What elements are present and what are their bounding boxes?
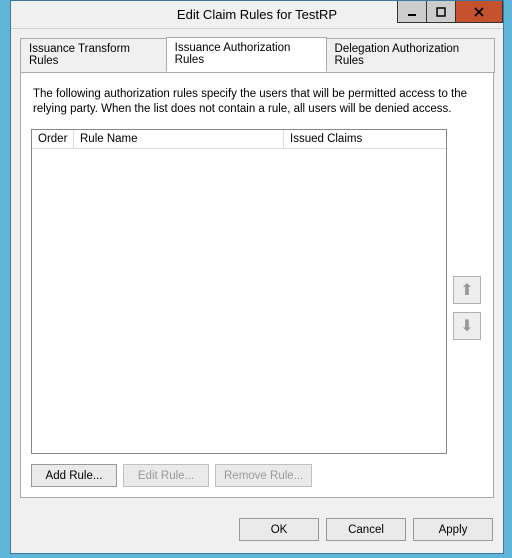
dialog-window: Edit Claim Rules for TestRP Issuance Tra…	[10, 0, 504, 554]
add-rule-button[interactable]: Add Rule...	[31, 464, 117, 487]
arrow-up-icon: ⬆	[460, 280, 473, 300]
dialog-footer: OK Cancel Apply	[11, 506, 503, 553]
tab-delegation-authorization[interactable]: Delegation Authorization Rules	[326, 38, 495, 73]
ok-button[interactable]: OK	[239, 518, 319, 541]
move-down-button: ⬇	[453, 312, 481, 340]
minimize-button[interactable]	[397, 1, 427, 23]
rules-list[interactable]: Order Rule Name Issued Claims	[31, 129, 447, 454]
column-issued-claims[interactable]: Issued Claims	[284, 130, 446, 149]
titlebar: Edit Claim Rules for TestRP	[11, 1, 503, 29]
maximize-button[interactable]	[426, 1, 456, 23]
cancel-button[interactable]: Cancel	[326, 518, 406, 541]
panel-description: The following authorization rules specif…	[33, 87, 481, 117]
list-header: Order Rule Name Issued Claims	[32, 130, 446, 149]
tab-panel: The following authorization rules specif…	[20, 72, 494, 498]
apply-button[interactable]: Apply	[413, 518, 493, 541]
move-up-button: ⬆	[453, 276, 481, 304]
order-arrows: ⬆ ⬇	[453, 129, 483, 487]
tab-issuance-transform[interactable]: Issuance Transform Rules	[20, 38, 167, 73]
arrow-down-icon: ⬇	[460, 316, 473, 336]
main-area: Order Rule Name Issued Claims Add Rule..…	[31, 129, 483, 487]
column-rule-name[interactable]: Rule Name	[74, 130, 284, 149]
close-button[interactable]	[455, 1, 503, 23]
remove-rule-button: Remove Rule...	[215, 464, 312, 487]
rule-buttons: Add Rule... Edit Rule... Remove Rule...	[31, 464, 447, 487]
edit-rule-button: Edit Rule...	[123, 464, 209, 487]
tab-strip: Issuance Transform Rules Issuance Author…	[20, 37, 494, 72]
column-order[interactable]: Order	[32, 130, 74, 149]
window-controls	[398, 1, 503, 23]
content-area: Issuance Transform Rules Issuance Author…	[11, 29, 503, 506]
tab-issuance-authorization[interactable]: Issuance Authorization Rules	[166, 37, 327, 72]
list-wrap: Order Rule Name Issued Claims Add Rule..…	[31, 129, 447, 487]
